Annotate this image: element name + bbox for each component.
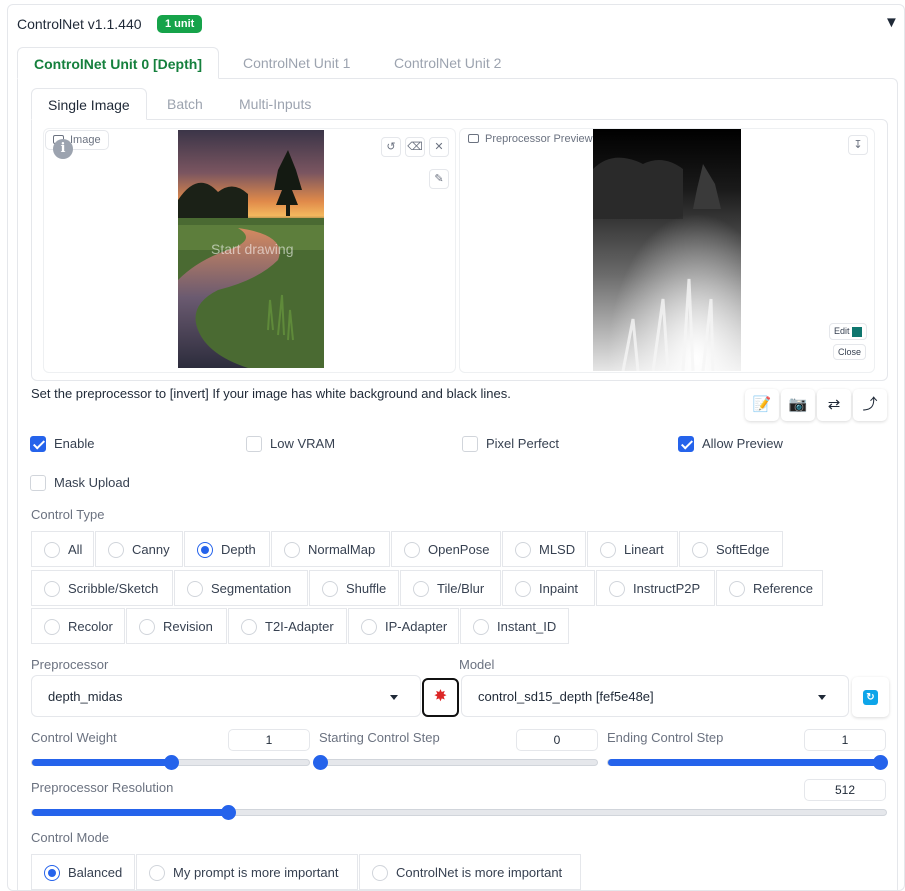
radio-lineart[interactable]: Lineart — [587, 531, 678, 567]
control-weight-label: Control Weight — [31, 730, 117, 745]
brush-icon[interactable]: ✎ — [429, 169, 449, 189]
slider-thumb[interactable] — [163, 755, 179, 770]
radio-instant-id[interactable]: Instant_ID — [460, 608, 569, 644]
undo-icon[interactable]: ↺ — [381, 137, 401, 157]
refresh-models-button[interactable]: ↻ — [852, 677, 889, 717]
tab-unit-0[interactable]: ControlNet Unit 0 [Depth] — [17, 47, 219, 79]
edit-icon — [852, 326, 863, 337]
unit-count-badge: 1 unit — [157, 15, 203, 33]
download-icon[interactable]: ↧ — [848, 135, 868, 155]
radio-reference[interactable]: Reference — [716, 570, 823, 606]
info-icon[interactable]: i — [53, 139, 73, 159]
radio-all[interactable]: All — [31, 531, 94, 567]
radio-t2i-adapter[interactable]: T2I-Adapter — [228, 608, 347, 644]
preprocessor-resolution-slider[interactable] — [31, 805, 887, 820]
tab-single-image[interactable]: Single Image — [31, 88, 147, 120]
depth-map-image — [593, 129, 741, 371]
control-mode-label: Control Mode — [31, 830, 110, 845]
radio-scribble-sketch[interactable]: Scribble/Sketch — [31, 570, 173, 606]
starting-step-label: Starting Control Step — [319, 730, 440, 745]
radio-ip-adapter[interactable]: IP-Adapter — [348, 608, 459, 644]
radio-depth[interactable]: Depth — [184, 531, 270, 567]
image-icon — [468, 134, 479, 143]
radio-openpose[interactable]: OpenPose — [391, 531, 501, 567]
model-label: Model — [459, 657, 495, 672]
preprocessor-resolution-input[interactable]: 512 — [804, 779, 886, 801]
preview-label: Preprocessor Preview — [461, 130, 600, 148]
close-button[interactable]: Close — [833, 344, 867, 360]
start-drawing-placeholder: Start drawing — [211, 241, 294, 257]
preprocessor-dropdown[interactable]: depth_midas — [31, 675, 421, 717]
tab-unit-1[interactable]: ControlNet Unit 1 — [243, 47, 350, 79]
tab-batch[interactable]: Batch — [167, 88, 203, 120]
radio-controlnet-more-important[interactable]: ControlNet is more important — [359, 854, 581, 890]
radio-revision[interactable]: Revision — [126, 608, 227, 644]
chevron-down-icon — [818, 695, 826, 700]
refresh-icon: ↻ — [863, 690, 878, 705]
radio-shuffle[interactable]: Shuffle — [309, 570, 399, 606]
starting-step-slider[interactable] — [313, 755, 598, 770]
radio-inpaint[interactable]: Inpaint — [502, 570, 595, 606]
panel-title[interactable]: ControlNet v1.1.440 — [17, 16, 142, 32]
radio-tile-blur[interactable]: Tile/Blur — [400, 570, 501, 606]
ending-step-slider[interactable] — [607, 755, 888, 770]
control-weight-slider[interactable] — [31, 755, 310, 770]
chevron-down-icon — [390, 695, 398, 700]
collapse-triangle-icon[interactable]: ▼ — [884, 14, 899, 31]
ending-step-input[interactable]: 1 — [804, 729, 886, 751]
notepad-icon[interactable]: 📝 — [745, 389, 779, 421]
ending-step-label: Ending Control Step — [607, 730, 724, 745]
radio-canny[interactable]: Canny — [95, 531, 183, 567]
eraser-icon[interactable]: ⌫ — [405, 137, 425, 157]
invert-hint: Set the preprocessor to [invert] If your… — [31, 386, 511, 401]
slider-thumb[interactable] — [313, 755, 328, 770]
control-weight-input[interactable]: 1 — [228, 729, 310, 751]
control-type-label: Control Type — [31, 507, 105, 522]
radio-softedge[interactable]: SoftEdge — [679, 531, 783, 567]
radio-instructp2p[interactable]: InstructP2P — [596, 570, 715, 606]
close-icon[interactable]: ✕ — [429, 137, 449, 157]
radio-prompt-more-important[interactable]: My prompt is more important — [136, 854, 358, 890]
preprocessor-resolution-label: Preprocessor Resolution — [31, 780, 174, 795]
camera-icon[interactable]: 📷 — [781, 389, 815, 421]
preprocessor-label: Preprocessor — [31, 657, 109, 672]
radio-segmentation[interactable]: Segmentation — [174, 570, 308, 606]
send-dimensions-icon[interactable]: ⤴ — [853, 389, 887, 421]
tab-multi-inputs[interactable]: Multi-Inputs — [239, 88, 311, 120]
radio-normalmap[interactable]: NormalMap — [271, 531, 390, 567]
tab-unit-2[interactable]: ControlNet Unit 2 — [394, 47, 501, 79]
radio-balanced[interactable]: Balanced — [31, 854, 135, 890]
radio-recolor[interactable]: Recolor — [31, 608, 125, 644]
radio-mlsd[interactable]: MLSD — [502, 531, 586, 567]
swap-icon[interactable]: ⇄ — [817, 389, 851, 421]
starting-step-input[interactable]: 0 — [516, 729, 598, 751]
run-preprocessor-icon[interactable]: ✸ — [422, 678, 459, 717]
edit-button[interactable]: Edit — [829, 323, 868, 340]
slider-thumb[interactable] — [873, 755, 888, 770]
model-dropdown[interactable]: control_sd15_depth [fef5e48e] — [461, 675, 849, 717]
